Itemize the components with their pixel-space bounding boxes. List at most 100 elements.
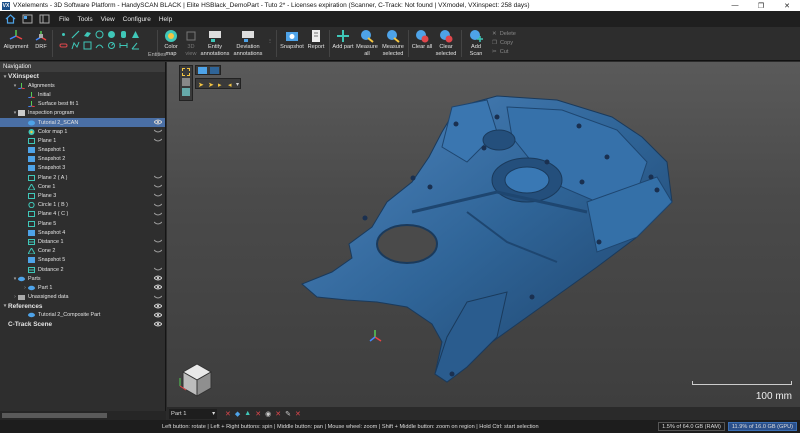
tree-item[interactable]: Distance 2 [0, 265, 165, 274]
3d-view-button[interactable]: 3D view [182, 27, 200, 60]
sphere-entity-icon[interactable] [107, 30, 116, 39]
clear-annotation-icon[interactable]: ✕ [295, 410, 301, 418]
tree-item[interactable]: Plane 1 [0, 136, 165, 145]
tree-item[interactable]: Tutorial 2_Composite Part [0, 311, 165, 320]
minimize-icon[interactable]: — [722, 2, 748, 10]
tree-item[interactable]: ▾ Inspection program [0, 109, 165, 118]
3d-viewport[interactable]: ➤ ➤ ▸ ◂ ▾ 100 mm [167, 62, 800, 407]
tree-item[interactable]: Cone 1 [0, 182, 165, 191]
view-cube-icon[interactable] [177, 360, 217, 400]
gauge-entity-icon[interactable] [107, 41, 116, 50]
visibility-eye-icon[interactable] [153, 321, 163, 327]
tree-item[interactable]: Snapshot 1 [0, 146, 165, 155]
tree-item[interactable]: › Unassigned data [0, 293, 165, 302]
visibility-toggle-icon[interactable] [153, 238, 163, 244]
report-button[interactable]: Report [305, 27, 327, 60]
tree-item[interactable]: Plane 3 [0, 191, 165, 200]
copy-button[interactable]: ❐ Copy [492, 38, 516, 47]
tree-item[interactable]: Color map 1 [0, 127, 165, 136]
slot-entity-icon[interactable] [59, 41, 68, 50]
pen-icon[interactable]: ✎ [285, 410, 291, 418]
tree-item[interactable]: Circle 1 ( B ) [0, 201, 165, 210]
visibility-toggle-icon[interactable] [153, 211, 163, 217]
tree-item[interactable]: ▾ Alignments [0, 81, 165, 90]
point-entity-icon[interactable] [59, 30, 68, 39]
part-selector[interactable]: Part 1 ▾ [169, 408, 217, 419]
snapshot-button[interactable]: Snapshot [279, 27, 305, 60]
tree-item[interactable]: Snapshot 5 [0, 256, 165, 265]
tree-item[interactable]: Snapshot 2 [0, 155, 165, 164]
tree-item[interactable]: Tutorial 2_SCAN [0, 117, 165, 128]
tree-item[interactable]: Plane 4 ( C ) [0, 210, 165, 219]
tree-item[interactable]: › Part 1 [0, 283, 165, 292]
section-entity-icon[interactable] [83, 41, 92, 50]
tree-item[interactable]: Plane 2 ( A ) [0, 173, 165, 182]
add-scan-button[interactable]: Add Scan [464, 27, 488, 60]
entity-filter-icon[interactable]: ✕ [255, 410, 261, 418]
toolbar-icon[interactable] [20, 13, 34, 25]
distance-entity-icon[interactable] [119, 41, 128, 50]
visibility-toggle-icon[interactable] [153, 137, 163, 143]
tree-item[interactable]: Distance 1 [0, 237, 165, 246]
tree-item[interactable]: Snapshot 3 [0, 164, 165, 173]
visibility-eye-icon[interactable] [153, 303, 163, 309]
clear-all-button[interactable]: Clear all [411, 27, 433, 60]
menu-view[interactable]: View [101, 16, 115, 23]
measure-selected-button[interactable]: Measure selected [380, 27, 406, 60]
tree-item[interactable]: Snapshot 4 [0, 228, 165, 237]
scan-filter-icon[interactable]: ◆ [235, 410, 240, 418]
measure-all-button[interactable]: Measure all [354, 27, 380, 60]
mesh-filter-icon[interactable]: ▲ [244, 410, 251, 417]
tree-item[interactable]: C-Track Scene [0, 320, 165, 329]
line-entity-icon[interactable] [71, 30, 80, 39]
visibility-toggle-icon[interactable] [153, 128, 163, 134]
visibility-toggle-icon[interactable] [153, 183, 163, 189]
cone-entity-icon[interactable] [131, 30, 140, 39]
navigation-scrollbar[interactable] [0, 411, 166, 420]
add-part-button[interactable]: Add part [332, 27, 354, 60]
remove-filter-icon[interactable]: ✕ [225, 410, 231, 418]
tree-item[interactable]: Plane 5 [0, 219, 165, 228]
home-icon[interactable] [3, 13, 17, 25]
cut-button[interactable]: ✂ Cut [492, 47, 516, 56]
ribbon-more-icon[interactable]: ⋮ [266, 27, 274, 60]
scrollbar-thumb[interactable] [2, 413, 107, 418]
visibility-toggle-icon[interactable] [153, 248, 163, 254]
scanned-part-model[interactable] [167, 62, 800, 407]
tree-item[interactable]: ▾ VXinspect [0, 72, 165, 81]
cylinder-entity-icon[interactable] [119, 30, 128, 39]
drf-button[interactable]: DRF [32, 27, 50, 60]
menu-help[interactable]: Help [159, 16, 172, 23]
delete-button[interactable]: ✕ Delete [492, 29, 516, 38]
visibility-toggle-icon[interactable] [153, 312, 163, 318]
deviation-annotations-button[interactable]: Deviation annotations [230, 27, 266, 60]
visibility-toggle-icon[interactable] [153, 294, 163, 300]
restore-icon[interactable]: ❐ [748, 2, 774, 10]
menu-file[interactable]: File [59, 16, 69, 23]
clear-selected-button[interactable]: Clear selected [433, 27, 459, 60]
menu-tools[interactable]: Tools [77, 16, 92, 23]
alignment-button[interactable]: Alignment [0, 27, 32, 60]
visibility-eye-icon[interactable] [153, 119, 163, 125]
visibility-toggle-icon[interactable] [153, 220, 163, 226]
tree-item[interactable]: Cone 2 [0, 247, 165, 256]
surface-entity-icon[interactable] [95, 41, 104, 50]
entity-annotations-button[interactable]: Entity annotations [200, 27, 230, 60]
plane-entity-icon[interactable] [83, 30, 92, 39]
close-icon[interactable]: ✕ [774, 2, 800, 10]
visibility-eye-icon[interactable]: ◉ [265, 410, 271, 418]
visibility-toggle-icon[interactable] [153, 202, 163, 208]
tree-item[interactable]: ▾ Parts [0, 274, 165, 283]
circle-entity-icon[interactable] [95, 30, 104, 39]
tree-item[interactable]: ▾ References [0, 302, 165, 311]
polyline-entity-icon[interactable] [71, 41, 80, 50]
visibility-eye-icon[interactable] [153, 284, 163, 290]
visibility-toggle-icon[interactable] [153, 192, 163, 198]
angle-entity-icon[interactable] [131, 41, 140, 50]
tree-item[interactable]: Initial [0, 90, 165, 99]
visibility-toggle-icon[interactable] [153, 174, 163, 180]
menu-configure[interactable]: Configure [123, 16, 151, 23]
visibility-eye-icon[interactable] [153, 275, 163, 281]
tree-item[interactable]: Surface best fit 1 [0, 100, 165, 109]
layout-icon[interactable] [37, 13, 51, 25]
